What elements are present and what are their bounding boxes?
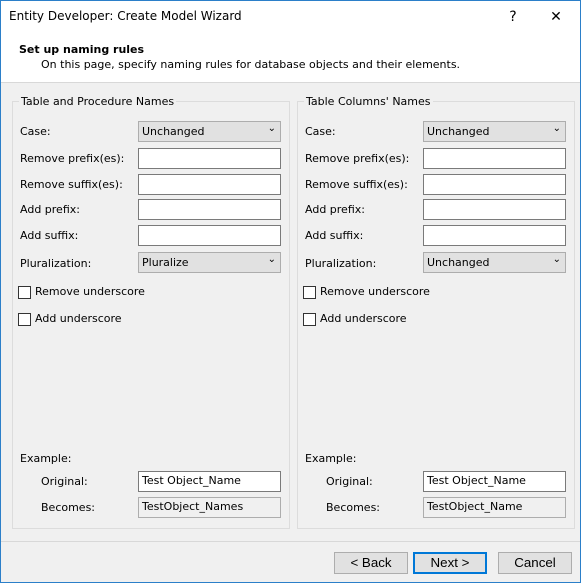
group-title: Table and Procedure Names	[19, 95, 177, 108]
chevron-down-icon: ⌄	[267, 254, 276, 265]
chevron-down-icon: ⌄	[552, 123, 561, 134]
add-prefix-label: Add prefix:	[305, 203, 365, 216]
pluralization-select[interactable]: Unchanged ⌄	[423, 252, 566, 273]
page-title: Set up naming rules	[19, 43, 145, 56]
case-select[interactable]: Unchanged ⌄	[423, 121, 566, 142]
add-prefix-input[interactable]	[423, 199, 566, 220]
case-label: Case:	[20, 125, 51, 138]
add-underscore-label[interactable]: Add underscore	[35, 312, 122, 325]
original-input[interactable]: Test Object_Name	[423, 471, 566, 492]
add-suffix-input[interactable]	[138, 225, 281, 246]
title-bar: Entity Developer: Create Model Wizard ? …	[1, 1, 580, 33]
table-columns-names-group: Table Columns' Names Case: Unchanged ⌄ Re…	[297, 95, 575, 529]
becomes-output: TestObject_Names	[138, 497, 281, 518]
add-underscore-checkbox[interactable]	[18, 313, 31, 326]
original-input[interactable]: Test Object_Name	[138, 471, 281, 492]
remove-prefix-label: Remove prefix(es):	[305, 152, 410, 165]
footer-divider	[1, 541, 580, 542]
close-button[interactable]: ✕	[541, 5, 571, 29]
becomes-label: Becomes:	[41, 501, 96, 514]
next-button[interactable]: Next >	[413, 552, 487, 574]
case-select[interactable]: Unchanged ⌄	[138, 121, 281, 142]
add-prefix-input[interactable]	[138, 199, 281, 220]
add-underscore-checkbox[interactable]	[303, 313, 316, 326]
remove-prefix-label: Remove prefix(es):	[20, 152, 125, 165]
remove-underscore-label[interactable]: Remove underscore	[320, 285, 430, 298]
remove-underscore-checkbox[interactable]	[303, 286, 316, 299]
remove-underscore-label[interactable]: Remove underscore	[35, 285, 145, 298]
case-label: Case:	[305, 125, 336, 138]
table-procedure-names-group: Table and Procedure Names Case: Unchange…	[12, 95, 290, 529]
example-label: Example:	[20, 452, 72, 465]
group-title: Table Columns' Names	[304, 95, 433, 108]
page-subtitle: On this page, specify naming rules for d…	[41, 58, 461, 71]
back-button[interactable]: < Back	[334, 552, 408, 574]
pluralization-value: Pluralize	[142, 256, 189, 269]
add-suffix-input[interactable]	[423, 225, 566, 246]
case-value: Unchanged	[427, 125, 490, 138]
pluralization-label: Pluralization:	[305, 257, 377, 270]
add-suffix-label: Add suffix:	[20, 229, 79, 242]
becomes-label: Becomes:	[326, 501, 381, 514]
case-value: Unchanged	[142, 125, 205, 138]
chevron-down-icon: ⌄	[552, 254, 561, 265]
remove-suffix-label: Remove suffix(es):	[305, 178, 408, 191]
remove-suffix-input[interactable]	[138, 174, 281, 195]
wizard-window: Entity Developer: Create Model Wizard ? …	[0, 0, 581, 583]
original-label: Original:	[326, 475, 373, 488]
remove-suffix-label: Remove suffix(es):	[20, 178, 123, 191]
help-button[interactable]: ?	[498, 5, 528, 29]
add-prefix-label: Add prefix:	[20, 203, 80, 216]
wizard-header: Set up naming rules On this page, specif…	[1, 33, 580, 83]
remove-underscore-checkbox[interactable]	[18, 286, 31, 299]
pluralization-value: Unchanged	[427, 256, 490, 269]
chevron-down-icon: ⌄	[267, 123, 276, 134]
window-title: Entity Developer: Create Model Wizard	[9, 9, 242, 23]
remove-prefix-input[interactable]	[423, 148, 566, 169]
add-suffix-label: Add suffix:	[305, 229, 364, 242]
pluralization-label: Pluralization:	[20, 257, 92, 270]
remove-suffix-input[interactable]	[423, 174, 566, 195]
pluralization-select[interactable]: Pluralize ⌄	[138, 252, 281, 273]
remove-prefix-input[interactable]	[138, 148, 281, 169]
original-label: Original:	[41, 475, 88, 488]
add-underscore-label[interactable]: Add underscore	[320, 312, 407, 325]
cancel-button[interactable]: Cancel	[498, 552, 572, 574]
becomes-output: TestObject_Name	[423, 497, 566, 518]
example-label: Example:	[305, 452, 357, 465]
